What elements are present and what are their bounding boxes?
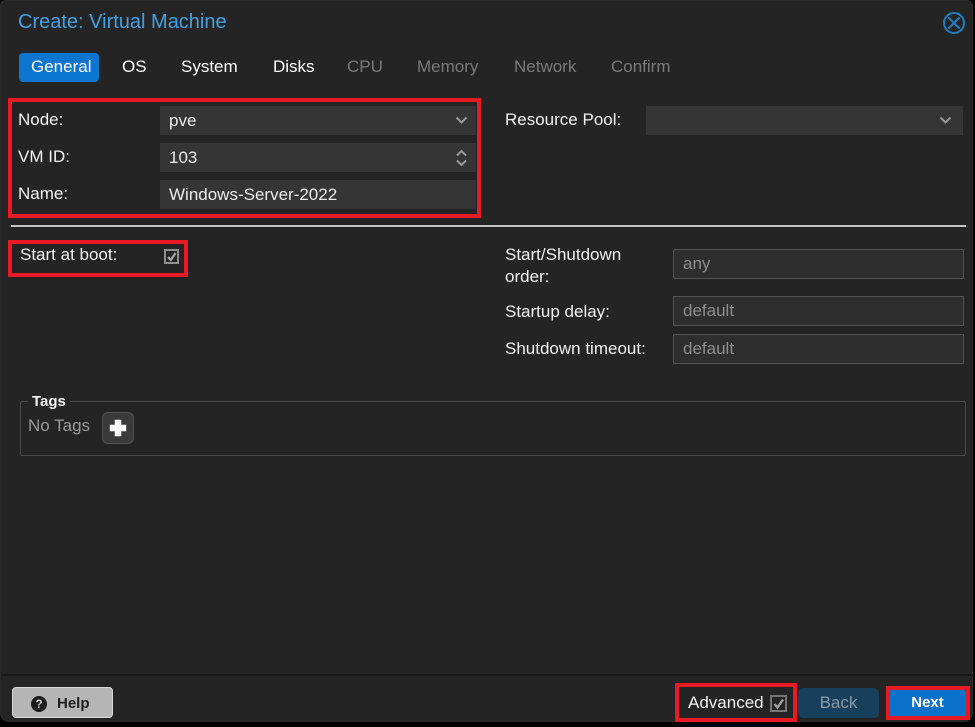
svg-text:?: ? xyxy=(35,699,42,711)
